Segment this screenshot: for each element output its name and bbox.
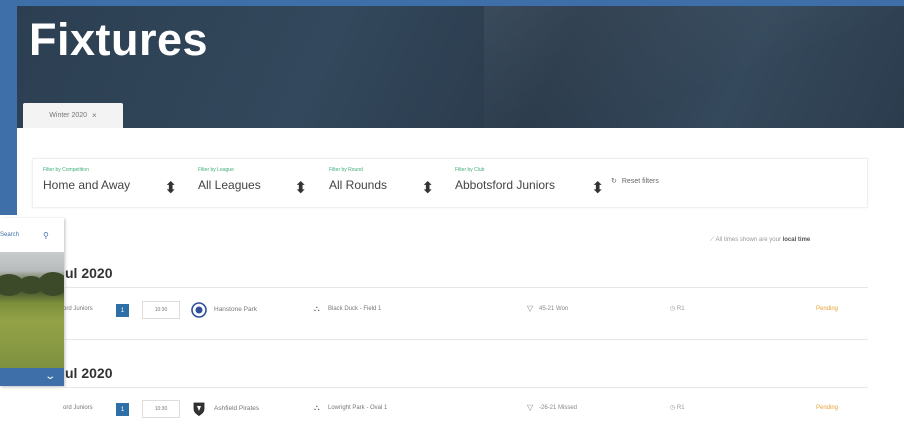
overlay-collapse-bar[interactable]: ⌄ [0,368,64,386]
left-accent-strip [0,0,17,215]
league-filter-label: Filter by League [198,167,234,173]
date-heading: ul 2020 [65,265,113,281]
date-heading: ul 2020 [65,365,113,381]
refresh-icon: ↻ [611,178,617,185]
opponent-name[interactable]: Ashfield Pirates [214,405,259,412]
round-label: ◷ R1 [670,306,685,312]
club-logo-icon [191,302,207,318]
fixtures-page: Fixtures Winter 2020 × Filter by Competi… [0,0,904,427]
divider [65,387,868,388]
reset-filters-button[interactable]: ↻ Reset filters [611,177,659,186]
status-badge: Pending [816,405,839,411]
fixture-row[interactable]: ord Juniors 1 10:30 Ashfield Pirates ⛬ L… [60,396,868,426]
status-badge: Pending [816,306,839,312]
tree-shape [38,272,64,296]
local-time-link[interactable]: local time [783,237,811,243]
season-tab-label: Winter 2020 [49,112,88,119]
hero-banner: Fixtures Winter 2020 × [17,6,904,128]
competition-filter-label: Filter by Competition [43,167,89,173]
venue-icon: ⛬ [314,403,320,412]
result-text: -26-21 Missed [539,405,578,411]
chevron-updown-icon[interactable]: ⬍ [294,178,307,198]
club-filter-label: Filter by Club [455,167,485,173]
chevron-updown-icon[interactable]: ⬍ [164,178,177,198]
competition-filter[interactable]: Filter by Competition Home and Away [43,167,130,194]
round-filter[interactable]: Filter by Round All Rounds [329,167,387,194]
close-icon[interactable]: × [92,111,97,120]
result-icon: ▽ [527,403,534,412]
overlay-search-label[interactable]: Search [0,232,19,238]
chevron-down-icon[interactable]: ⌄ [44,371,56,382]
shield-icon [193,402,205,416]
club-filter[interactable]: Filter by Club Abbotsford Juniors [455,167,555,194]
fixture-row[interactable]: ord Juniors 1 10:30 Hanstone Park ⛬ Blac… [60,297,868,327]
round-filter-value: All Rounds [329,178,388,192]
timezone-note-text: All times shown are your [715,237,781,243]
search-icon[interactable]: ⚲ [43,231,49,240]
venue-photo [0,252,64,368]
divider [65,339,868,340]
result-text: 45-21 Won [539,306,569,312]
round-value: R1 [676,306,685,312]
venue-name[interactable]: Lowright Park - Oval 1 [328,405,387,411]
venue-icon: ⛬ [314,304,320,313]
side-overlay-panel: Search ⚲ ⌄ [0,218,64,386]
chevron-updown-icon[interactable]: ⬍ [421,178,434,198]
timezone-note: ⟋ All times shown are your local time [710,237,810,244]
time-box: 10:30 [142,301,180,319]
round-value: R1 [676,405,685,411]
round-label: ◷ R1 [670,405,685,411]
venue-name[interactable]: Black Duck - Field 1 [328,306,381,312]
clock-icon: ⟋ [710,237,715,243]
league-filter-value: All Leagues [198,178,261,192]
home-team: ord Juniors [63,405,93,411]
page-title: Fixtures [29,14,209,65]
reset-filters-label: Reset filters [621,177,659,185]
opponent-name[interactable]: Hanstone Park [214,306,257,313]
club-filter-value: Abbotsford Juniors [455,178,556,192]
filter-bar: Filter by Competition Home and Away ⬍ Fi… [32,158,868,208]
season-tab[interactable]: Winter 2020 × [23,103,123,128]
divider [65,287,868,288]
home-team: ord Juniors [63,306,93,312]
competition-filter-value: Home and Away [43,178,131,192]
time-box: 10:30 [142,400,180,418]
team-number-badge: 1 [116,403,129,416]
result-icon: ▽ [527,304,534,313]
chevron-updown-icon[interactable]: ⬍ [591,178,604,198]
round-filter-label: Filter by Round [329,167,363,173]
team-number-badge: 1 [116,304,129,317]
league-filter[interactable]: Filter by League All Leagues [198,167,261,194]
